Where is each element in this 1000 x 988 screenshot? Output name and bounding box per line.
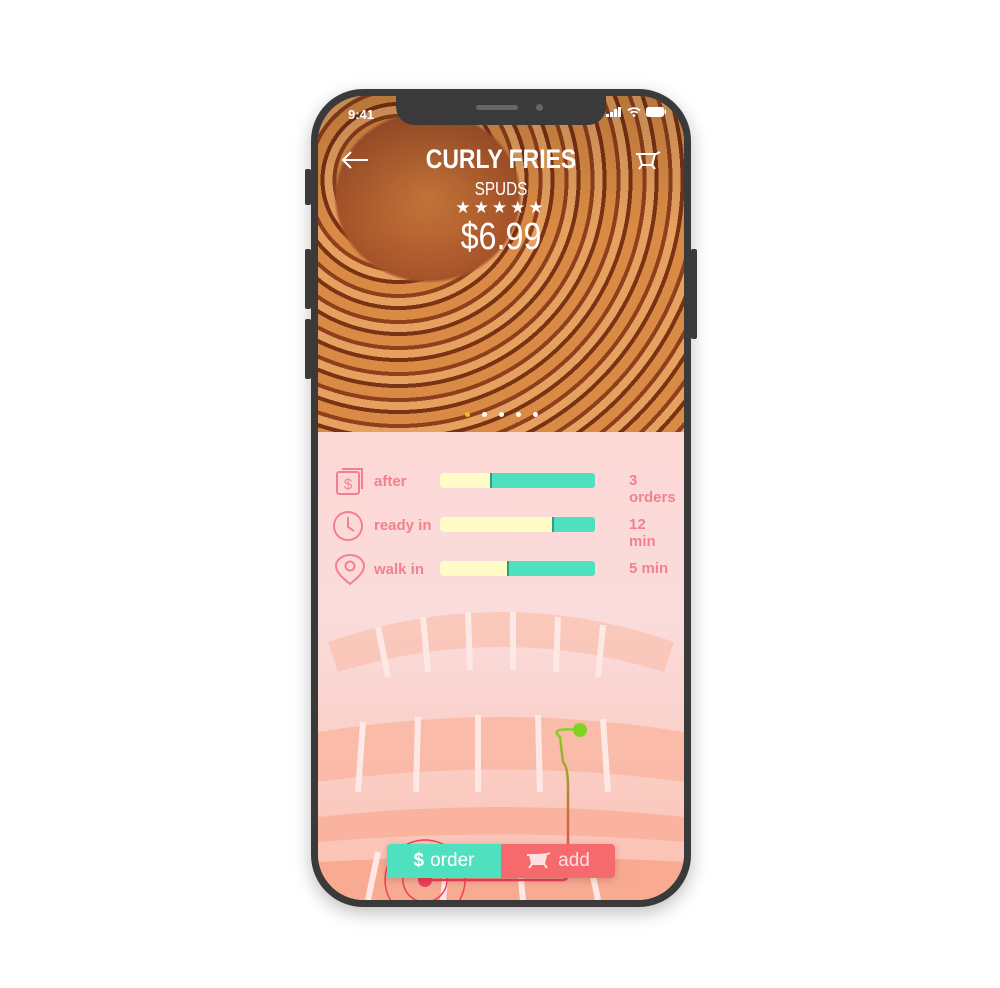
stat-value: 5 min bbox=[629, 560, 669, 577]
action-bar: $ order add bbox=[387, 844, 615, 878]
carousel-dots bbox=[318, 412, 684, 417]
progress-fill bbox=[440, 473, 492, 488]
wifi-icon bbox=[627, 107, 641, 117]
notch bbox=[396, 96, 606, 125]
stat-row-ready: ready in 12 min bbox=[333, 510, 674, 550]
stat-value: 12 min bbox=[629, 516, 656, 550]
product-price: $6.99 bbox=[460, 216, 542, 258]
volume-down-button bbox=[305, 319, 311, 379]
progress-bar bbox=[440, 517, 595, 532]
phone-frame: 9:41 CURLY FRIES SPUDS ★★★★★ $6.99 $ aft… bbox=[305, 89, 697, 907]
stat-label: ready in bbox=[374, 517, 432, 534]
cart-icon bbox=[527, 852, 551, 869]
rating-stars: ★★★★★ bbox=[455, 198, 547, 217]
stat-label: after bbox=[374, 473, 407, 490]
carousel-dot[interactable] bbox=[515, 412, 521, 417]
product-name: CURLY FRIES bbox=[425, 144, 577, 174]
signal-icon bbox=[606, 107, 621, 117]
mute-switch bbox=[305, 169, 311, 205]
carousel-dot[interactable] bbox=[498, 412, 504, 417]
progress-bar bbox=[440, 561, 595, 576]
progress-bar bbox=[440, 473, 595, 488]
dollar-receipt-icon: $ bbox=[336, 468, 363, 495]
volume-up-button bbox=[305, 249, 311, 309]
stat-row-after: $ after 3 orders bbox=[334, 466, 676, 506]
carousel-dot[interactable] bbox=[464, 412, 470, 417]
order-button[interactable]: $ order bbox=[387, 844, 501, 878]
clock-icon bbox=[333, 511, 363, 541]
status-time: 9:41 bbox=[348, 107, 375, 122]
stat-label: walk in bbox=[374, 561, 425, 578]
progress-fill bbox=[440, 561, 509, 576]
add-label: add bbox=[558, 850, 590, 871]
vendor-name: SPUDS bbox=[474, 179, 528, 199]
carousel-dot[interactable] bbox=[532, 412, 538, 417]
stat-value: 3 orders bbox=[629, 472, 676, 506]
battery-icon bbox=[646, 107, 666, 117]
power-button bbox=[691, 249, 697, 339]
location-pin-icon bbox=[334, 554, 366, 586]
svg-text:$: $ bbox=[344, 476, 353, 493]
progress-fill bbox=[440, 517, 554, 532]
dollar-icon: $ bbox=[413, 850, 425, 871]
destination-marker[interactable] bbox=[573, 723, 587, 737]
carousel-dot[interactable] bbox=[481, 412, 487, 417]
screen: 9:41 CURLY FRIES SPUDS ★★★★★ $6.99 $ aft… bbox=[318, 96, 684, 900]
status-icons bbox=[606, 107, 666, 117]
order-label: order bbox=[430, 850, 475, 871]
add-to-cart-button[interactable]: add bbox=[501, 844, 615, 878]
stat-row-walk: walk in 5 min bbox=[334, 554, 674, 586]
